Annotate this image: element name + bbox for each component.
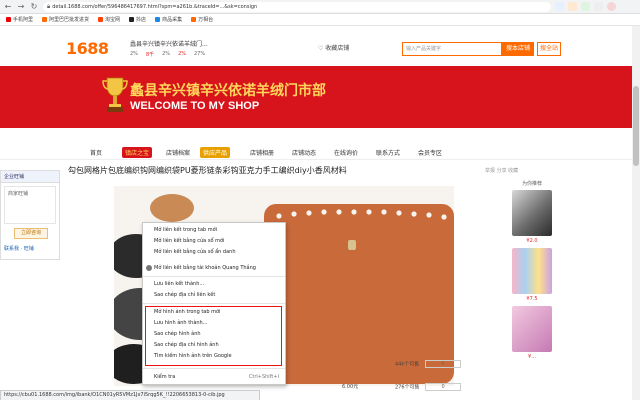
ctx-save-link[interactable]: Lưu liên kết thành... bbox=[143, 279, 285, 289]
sidebar-title: 企业旺铺 bbox=[1, 171, 59, 183]
stat-value: 2% bbox=[130, 51, 138, 57]
recommend-price: ¥... bbox=[528, 354, 536, 360]
quantity-stepper[interactable]: 0 bbox=[425, 383, 462, 391]
stat-value: 2% bbox=[178, 51, 186, 57]
separator bbox=[143, 368, 285, 369]
bookmark-item[interactable]: 抖店 bbox=[129, 16, 146, 23]
reload-icon[interactable]: ↻ bbox=[29, 2, 39, 12]
shop-navigation: 首页 镇店之宝 店铺档案 供应产品 店铺相册 店铺动态 在线询价 联系方式 会员… bbox=[0, 146, 640, 160]
price-row: 276个可售 0 bbox=[395, 383, 462, 391]
separator bbox=[143, 303, 285, 304]
trophy-icon bbox=[102, 77, 128, 112]
bookmark-item[interactable]: 阿里巴巴批发进货 bbox=[42, 16, 89, 23]
contact-link[interactable]: 联系我 · 旺铺 bbox=[4, 245, 56, 252]
bookmark-item[interactable]: 万相台 bbox=[191, 16, 213, 23]
extension-icon[interactable] bbox=[594, 2, 603, 11]
url-text: detail.1688.com/offer/596486417697.html?… bbox=[52, 3, 258, 10]
shop-info: 蠡县辛兴镇辛兴依诺羊绒门... 2% 8千 2% 2% 27% bbox=[130, 39, 300, 61]
shop-search-input[interactable]: 输入产品关键字 bbox=[402, 42, 502, 56]
ctx-open-new-tab[interactable]: Mở liên kết trong tab mới bbox=[143, 225, 285, 235]
nav-profile[interactable]: 店铺档案 bbox=[166, 148, 190, 157]
shortcut-label: Ctrl+Shift+I bbox=[248, 374, 279, 380]
product-actions[interactable]: 举报 分享 收藏 bbox=[485, 167, 518, 174]
address-bar[interactable]: 🔒︎ detail.1688.com/offer/596486417697.ht… bbox=[43, 1, 551, 12]
recommend-thumbnail[interactable] bbox=[512, 248, 552, 294]
sidebar-box: 商家旺铺 bbox=[4, 186, 56, 224]
bookmark-item[interactable]: 手机阿里 bbox=[6, 16, 33, 23]
lock-icon: 🔒︎ bbox=[47, 2, 51, 10]
consult-button[interactable]: 立即咨询 bbox=[14, 228, 48, 239]
browser-toolbar: ← → ↻ 🔒︎ detail.1688.com/offer/596486417… bbox=[0, 0, 640, 14]
stat-value: 27% bbox=[194, 51, 206, 57]
nav-treasure[interactable]: 镇店之宝 bbox=[122, 147, 153, 158]
left-sidebar: 企业旺铺 商家旺铺 立即咨询 联系我 · 旺铺 bbox=[0, 170, 60, 260]
ctx-copy-link[interactable]: Sao chép địa chỉ liên kết bbox=[143, 290, 285, 300]
bookmark-icon bbox=[98, 17, 104, 22]
ctx-open-incognito[interactable]: Mở liên kết bằng cửa sổ ẩn danh bbox=[143, 247, 285, 257]
ctx-open-new-window[interactable]: Mở liên kết bằng cửa sổ mới bbox=[143, 236, 285, 246]
recommend-price: ¥2.0 bbox=[526, 238, 538, 244]
site-logo[interactable]: 1688 bbox=[66, 39, 109, 58]
recommend-title: 为你推荐 bbox=[521, 181, 542, 187]
extension-icon[interactable] bbox=[568, 2, 577, 11]
price-row: 6.00元 bbox=[342, 383, 358, 390]
bookmark-icon bbox=[129, 17, 135, 22]
shop-banner: 蠡县辛兴镇辛兴依诺羊绒门市部 WELCOME TO MY SHOP bbox=[0, 66, 640, 128]
forward-icon[interactable]: → bbox=[16, 2, 26, 12]
status-bar: https://cbu01.1688.com/img/ibank/O1CN01y… bbox=[0, 390, 260, 400]
recommend-thumbnail[interactable] bbox=[512, 306, 552, 352]
page-scrollbar[interactable] bbox=[632, 26, 640, 400]
highlight-box bbox=[145, 306, 282, 366]
shop-stats: 2% 8千 2% 2% 27% bbox=[130, 51, 300, 58]
scroll-thumb[interactable] bbox=[633, 86, 639, 166]
nav-home[interactable]: 首页 bbox=[90, 148, 102, 157]
bookmark-icon bbox=[6, 17, 11, 22]
nav-news[interactable]: 店铺动态 bbox=[292, 148, 316, 157]
bookmark-icon bbox=[155, 17, 161, 22]
price-row: 44k个可售 0 bbox=[395, 360, 461, 368]
profile-avatar[interactable] bbox=[607, 2, 616, 11]
stat-value: 2% bbox=[162, 51, 171, 57]
bookmark-item[interactable]: 商品采集 bbox=[155, 16, 182, 23]
nav-album[interactable]: 店铺相册 bbox=[250, 148, 274, 157]
banner-title: 蠡县辛兴镇辛兴依诺羊绒门市部 bbox=[130, 83, 326, 99]
separator bbox=[143, 276, 285, 277]
nav-contact[interactable]: 联系方式 bbox=[376, 148, 400, 157]
recommend-thumbnail[interactable] bbox=[512, 190, 552, 236]
extension-icon[interactable] bbox=[581, 2, 590, 11]
bookmark-icon bbox=[42, 17, 48, 22]
price-amount: 6.00元 bbox=[342, 384, 359, 390]
search-site-button[interactable]: 搜全站 bbox=[537, 42, 561, 56]
back-icon[interactable]: ← bbox=[3, 2, 13, 12]
quantity-stepper[interactable]: 0 bbox=[424, 360, 461, 368]
ctx-inspect[interactable]: Kiểm tra Ctrl+Shift+I bbox=[143, 372, 285, 382]
ctx-open-as-account[interactable]: Mở liên kết bằng tài khoản Quang Thắng bbox=[143, 263, 285, 273]
recommend-column: 为你推荐 ¥2.0 ¥7.5 ¥... bbox=[508, 180, 556, 395]
favorite-shop-button[interactable]: ♡ 收藏店铺 bbox=[318, 43, 349, 52]
recommend-price: ¥7.5 bbox=[526, 296, 538, 302]
nav-products[interactable]: 供应产品 bbox=[200, 147, 231, 158]
context-menu: Mở liên kết trong tab mới Mở liên kết bằ… bbox=[142, 222, 286, 385]
product-title: 勾包网格片包底编织钩网编织袋PU菱形链条彩钩亚克力手工编织diy小香风材料 bbox=[68, 166, 347, 175]
extension-icon[interactable] bbox=[555, 2, 564, 11]
shop-name[interactable]: 蠡县辛兴镇辛兴依诺羊绒门... bbox=[130, 39, 300, 48]
stat-value: 8千 bbox=[145, 52, 155, 58]
search-shop-button[interactable]: 搜本店铺 bbox=[502, 42, 534, 56]
bookmark-icon bbox=[191, 17, 197, 22]
nav-members[interactable]: 会员专区 bbox=[418, 148, 442, 157]
nav-inquiry[interactable]: 在线询价 bbox=[334, 148, 358, 157]
bookmark-item[interactable]: 淘宝网 bbox=[98, 16, 120, 23]
site-header: 1688 蠡县辛兴镇辛兴依诺羊绒门... 2% 8千 2% 2% 27% ♡ 收… bbox=[0, 26, 640, 66]
bookmarks-bar: 手机阿里 阿里巴巴批发进货 淘宝网 抖店 商品采集 万相台 bbox=[0, 14, 640, 26]
banner-subtitle: WELCOME TO MY SHOP bbox=[130, 100, 260, 112]
